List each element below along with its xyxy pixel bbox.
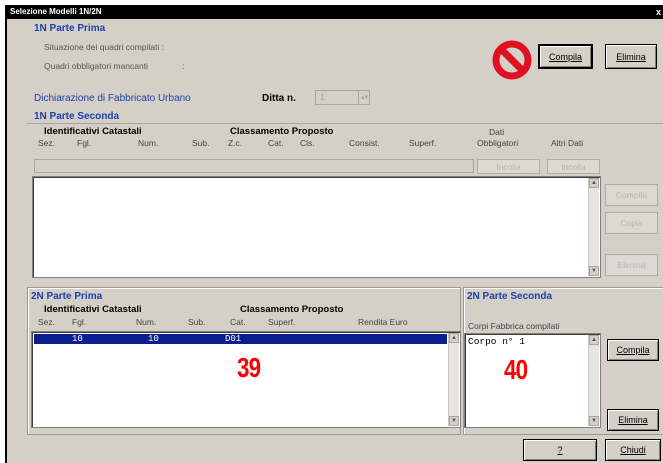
chiudi-label: Chiudi: [620, 445, 646, 455]
incolla-dati-obbligatori-button[interactable]: Incolla: [477, 159, 540, 174]
section-title-1n-parte-prima: 1N Parte Prima: [34, 23, 106, 34]
compila-1n-parte-prima-button[interactable]: Compila: [538, 44, 593, 69]
scroll-up-icon[interactable]: ▲: [589, 178, 599, 188]
column-header: Num.: [138, 138, 159, 148]
obbligatori-colon: :: [182, 61, 185, 71]
scroll-down-icon[interactable]: ▼: [449, 416, 459, 426]
list-corpi-fabbrica[interactable]: Corpo n° 1 40 ▲ ▼: [464, 333, 601, 428]
dichiarazione-label: Dichiarazione di Fabbricato Urbano: [34, 93, 191, 104]
cell-num: 10: [148, 334, 159, 344]
elimina-label: Elimina: [618, 415, 648, 425]
scroll-up-icon[interactable]: ▲: [589, 335, 599, 345]
cell-fgl: 10: [72, 334, 83, 344]
compila-2n-parte-seconda-button[interactable]: Compila: [607, 339, 659, 361]
chiudi-button[interactable]: Chiudi: [605, 439, 661, 461]
column-header: Num.: [136, 317, 157, 327]
column-header: Superf.: [268, 317, 296, 327]
no-entry-icon: [492, 40, 532, 80]
compila-label: Compila: [548, 51, 582, 62]
column-header: Superf.: [409, 138, 437, 148]
classamento-proposto-heading: Classamento Proposto: [230, 126, 334, 137]
column-header: Sub.: [188, 317, 206, 327]
column-header: Cat.: [268, 138, 284, 148]
disabled-entry-field: [34, 159, 474, 173]
list-1n-parte-seconda[interactable]: ▲ ▼: [32, 176, 601, 278]
column-header: Cls.: [300, 138, 315, 148]
obbligatori-label: Quadri obbligatori mancanti: [44, 61, 148, 71]
close-icon[interactable]: x: [656, 5, 661, 19]
identificativi-catastali-heading: Identificativi Catastali: [44, 126, 142, 137]
list-item-corpo[interactable]: Corpo n° 1: [468, 336, 525, 347]
copia-button[interactable]: Copia: [605, 212, 658, 234]
elimina-1n-parte-seconda-button[interactable]: Elimina: [605, 254, 658, 276]
column-header: Consist.: [349, 138, 380, 148]
table-row[interactable]: 10 10 D01: [34, 334, 447, 344]
section-title-2n-parte-prima: 2N Parte Prima: [31, 291, 103, 302]
altri-dati-heading: Altri Dati: [551, 138, 584, 148]
dialog-window: Selezione Modelli 1N/2N x 1N Parte Prima…: [5, 5, 663, 463]
column-header: Sez.: [38, 138, 56, 148]
help-label: ?: [557, 445, 563, 455]
cell-cat: D01: [225, 334, 242, 344]
vertical-scrollbar[interactable]: ▲ ▼: [448, 333, 459, 426]
section-title-2n-parte-seconda: 2N Parte Seconda: [467, 291, 553, 302]
column-header: Rendita Euro: [358, 317, 408, 327]
spinner-arrows-icon[interactable]: ▴▾: [358, 91, 370, 104]
elimina-label: Elimina: [616, 51, 646, 62]
vertical-scrollbar[interactable]: ▲ ▼: [588, 178, 599, 276]
dati-heading-line2: Obbligatori: [477, 138, 519, 148]
elimina-1n-parte-prima-button[interactable]: Elimina: [605, 44, 657, 69]
section-title-1n-parte-seconda: 1N Parte Seconda: [34, 111, 120, 122]
scroll-down-icon[interactable]: ▼: [589, 266, 599, 276]
ditta-value: 1: [320, 92, 326, 102]
scroll-up-icon[interactable]: ▲: [449, 333, 459, 343]
dati-heading-line1: Dati: [489, 127, 505, 137]
annotation-40: 40: [504, 354, 528, 385]
situazione-label: Situazione dei quadri compilati :: [44, 42, 165, 52]
ditta-label: Ditta n.: [262, 93, 296, 104]
column-header: Sez.: [38, 317, 56, 327]
annotation-39: 39: [237, 352, 261, 383]
window-title: Selezione Modelli 1N/2N: [10, 7, 102, 16]
help-button[interactable]: ?: [523, 439, 597, 461]
column-header: Fgl.: [72, 317, 87, 327]
elimina-2n-parte-seconda-button[interactable]: Elimina: [607, 409, 659, 431]
compila-label: Compila: [616, 345, 650, 355]
incolla-altri-dati-button[interactable]: Incolla: [547, 159, 600, 174]
scroll-down-icon[interactable]: ▼: [589, 416, 599, 426]
column-header: Cat.: [230, 317, 246, 327]
vertical-scrollbar[interactable]: ▲ ▼: [588, 335, 599, 426]
classamento-proposto-heading-2n: Classamento Proposto: [240, 304, 344, 315]
ditta-spinner[interactable]: 1 ▴▾: [315, 90, 370, 105]
compila-1n-parte-seconda-button[interactable]: Compila: [605, 184, 658, 206]
column-header: Fgl.: [77, 138, 92, 148]
list-2n-parte-prima[interactable]: 10 10 D01 39 ▲ ▼: [31, 331, 461, 428]
column-header: Z.c.: [228, 138, 243, 148]
identificativi-catastali-heading-2n: Identificativi Catastali: [44, 304, 142, 315]
title-bar[interactable]: Selezione Modelli 1N/2N x: [7, 5, 663, 19]
column-header: Sub.: [192, 138, 210, 148]
corpi-fabbrica-label: Corpi Fabbrica compilati: [468, 321, 560, 331]
